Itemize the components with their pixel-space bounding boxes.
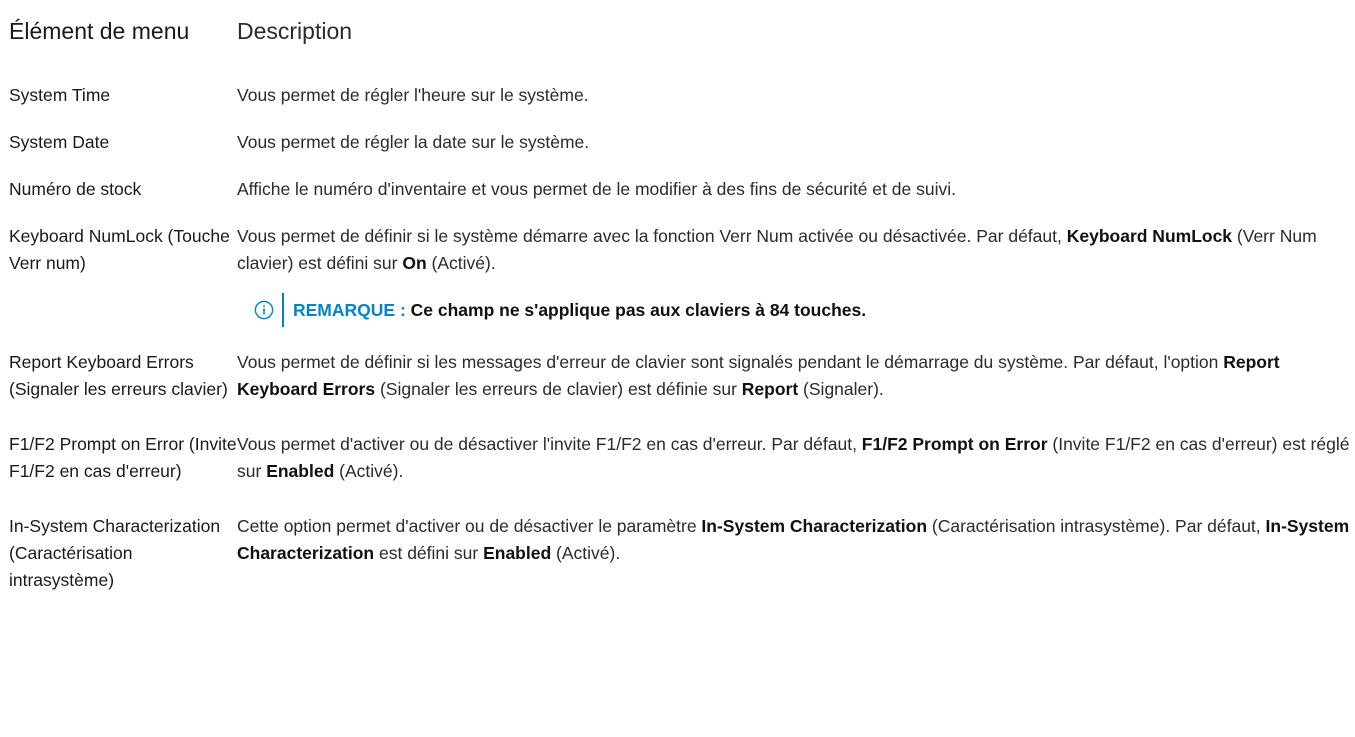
menu-item-description: Affiche le numéro d'inventaire et vous p… bbox=[237, 179, 956, 199]
menu-item-description: Cette option permet d'activer ou de désa… bbox=[237, 516, 1350, 563]
menu-item-description: Vous permet de définir si les messages d… bbox=[237, 352, 1280, 399]
note-divider bbox=[282, 293, 284, 327]
header-menu-item: Élément de menu bbox=[9, 18, 190, 44]
menu-item-description: Vous permet d'activer ou de désactiver l… bbox=[237, 434, 1350, 481]
table-row: In-System Characterization (Caractérisat… bbox=[9, 513, 1355, 631]
setting-name: F1/F2 Prompt on Error bbox=[861, 434, 1048, 454]
menu-item-description: Vous permet de définir si le système dém… bbox=[237, 223, 1355, 349]
table-row: Numéro de stock Affiche le numéro d'inve… bbox=[9, 176, 1355, 223]
menu-item-label: F1/F2 Prompt on Error (Invite F1/F2 en c… bbox=[9, 434, 237, 481]
table-row: System Date Vous permet de régler la dat… bbox=[9, 129, 1355, 176]
menu-item-description: Vous permet de régler la date sur le sys… bbox=[237, 132, 590, 152]
menu-item-label: Keyboard NumLock (Touche Verr num) bbox=[9, 226, 230, 273]
table-row: System Time Vous permet de régler l'heur… bbox=[9, 82, 1355, 129]
setting-name: In-System Characterization bbox=[701, 516, 928, 536]
note-text: REMARQUE : Ce champ ne s'applique pas au… bbox=[293, 299, 867, 320]
setting-name: Keyboard NumLock bbox=[1066, 226, 1233, 246]
header-description: Description bbox=[237, 18, 353, 44]
setting-value: On bbox=[402, 253, 427, 273]
menu-item-label: System Date bbox=[9, 132, 110, 152]
setting-value: Enabled bbox=[266, 461, 335, 481]
menu-item-label: Numéro de stock bbox=[9, 179, 142, 199]
info-circle-icon bbox=[254, 300, 274, 320]
table-row: Report Keyboard Errors (Signaler les err… bbox=[9, 349, 1355, 431]
menu-item-label: In-System Characterization (Caractérisat… bbox=[9, 516, 221, 590]
note-callout: REMARQUE : Ce champ ne s'applique pas au… bbox=[254, 293, 1355, 327]
description-paragraph: Vous permet de définir si le système dém… bbox=[237, 226, 1317, 273]
note-label: REMARQUE : bbox=[293, 299, 411, 320]
menu-item-description: Vous permet de régler l'heure sur le sys… bbox=[237, 85, 589, 105]
table-row: F1/F2 Prompt on Error (Invite F1/F2 en c… bbox=[9, 431, 1355, 513]
setting-value: Report bbox=[741, 379, 799, 399]
menu-item-label: System Time bbox=[9, 85, 111, 105]
settings-table: Élément de menu Description System Time … bbox=[0, 0, 1355, 631]
table-header: Élément de menu Description bbox=[9, 0, 1355, 82]
setting-value: Enabled bbox=[483, 543, 552, 563]
table-row: Keyboard NumLock (Touche Verr num) Vous … bbox=[9, 223, 1355, 349]
menu-item-label: Report Keyboard Errors (Signaler les err… bbox=[9, 352, 228, 399]
